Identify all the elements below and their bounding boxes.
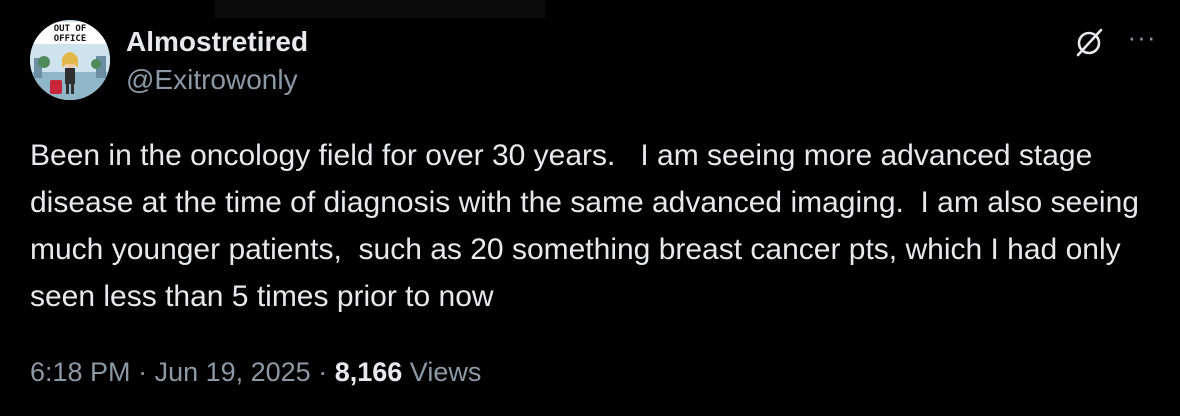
grok-button[interactable]: [1070, 26, 1108, 60]
top-edge-shadow: [215, 0, 545, 18]
meta-separator: ·: [310, 357, 335, 387]
avatar-sign-text: OUT OF: [54, 24, 87, 34]
more-button[interactable]: ···: [1122, 22, 1162, 56]
avatar[interactable]: OUT OF OFFICE: [30, 20, 110, 100]
more-dots-icon: ···: [1127, 22, 1157, 52]
tweet-card: OUT OF OFFICE Almostretired @Exitrowonly…: [0, 0, 1180, 416]
tweet-time[interactable]: 6:18 PM: [30, 357, 131, 387]
meta-separator: ·: [130, 357, 155, 387]
author-handle[interactable]: @Exitrowonly: [126, 64, 298, 96]
author-display-name[interactable]: Almostretired: [126, 26, 308, 58]
slashed-circle-icon: [1076, 28, 1103, 57]
views-label: Views: [409, 357, 482, 387]
svg-text:OFFICE: OFFICE: [54, 34, 87, 44]
tweet-meta: 6:18 PM · Jun 19, 2025 · 8,166 Views: [30, 357, 481, 388]
tweet-text: Been in the oncology field for over 30 y…: [30, 139, 1148, 313]
tweet-date[interactable]: Jun 19, 2025: [155, 357, 311, 387]
views-count[interactable]: 8,166: [335, 357, 403, 387]
avatar-image: OUT OF OFFICE: [30, 20, 110, 100]
